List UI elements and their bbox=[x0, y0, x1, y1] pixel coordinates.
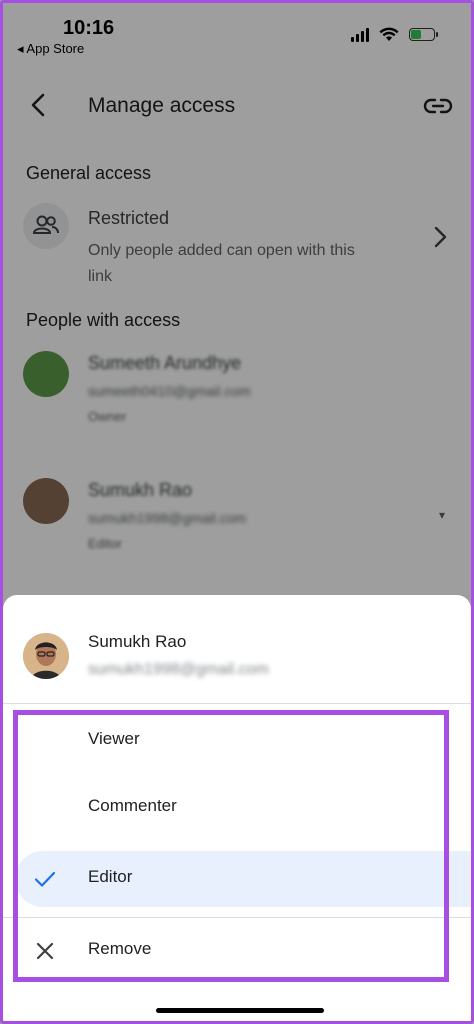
sheet-user-name: Sumukh Rao bbox=[88, 632, 187, 651]
role-bottom-sheet: Sumukh Rao sumukh1998@gmail.com Viewer C… bbox=[3, 595, 471, 1021]
divider bbox=[3, 703, 471, 704]
sheet-user-email: sumukh1998@gmail.com bbox=[88, 661, 269, 678]
phone-frame: 10:16 ◂ App Store Manage access General … bbox=[0, 0, 474, 1024]
home-indicator[interactable] bbox=[156, 1008, 324, 1013]
highlight-box bbox=[13, 710, 449, 982]
user-avatar bbox=[23, 633, 69, 679]
